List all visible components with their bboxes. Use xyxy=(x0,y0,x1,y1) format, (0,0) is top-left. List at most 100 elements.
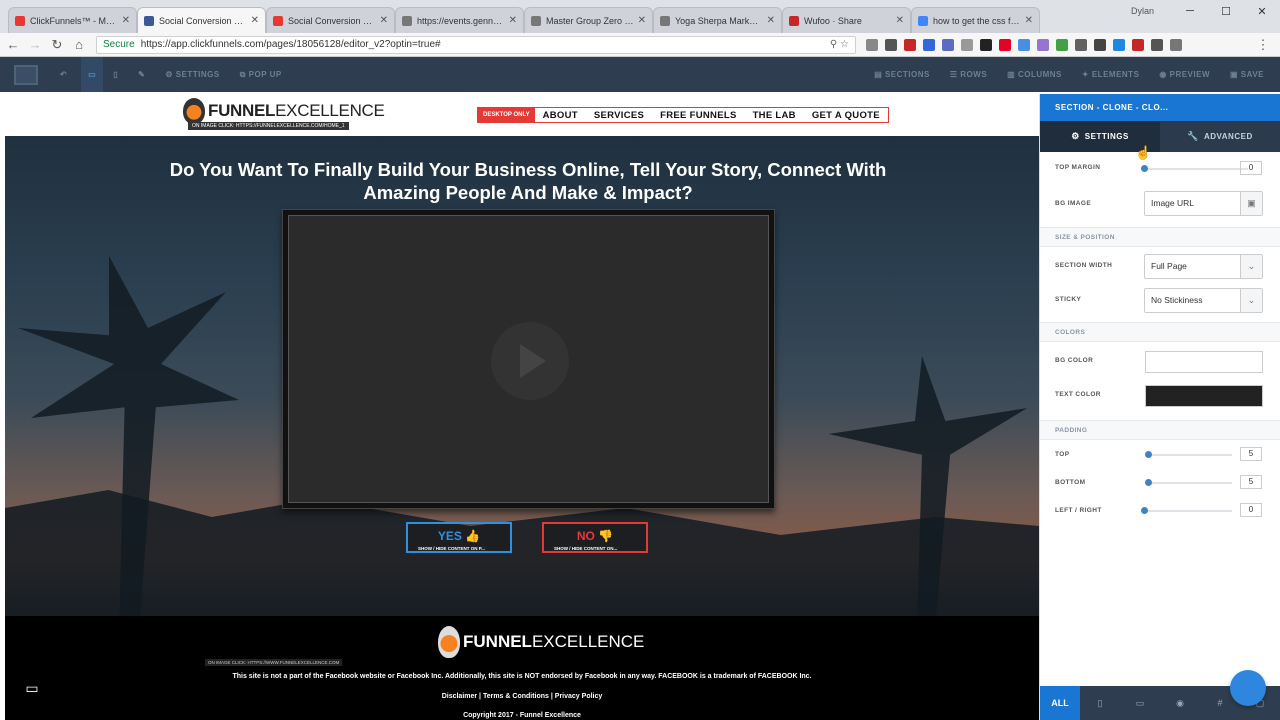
extension-icon[interactable] xyxy=(1132,38,1144,51)
back-icon[interactable]: ← xyxy=(4,37,22,52)
padding-bottom-slider[interactable] xyxy=(1145,479,1232,486)
elements-button[interactable]: ✦ ELEMENTS xyxy=(1072,57,1150,92)
extension-icon[interactable] xyxy=(1037,38,1049,51)
bookmark-star-icon[interactable]: ⚲ ☆ xyxy=(830,39,849,50)
site-nav-menu[interactable]: DESKTOP ONLY ABOUT SERVICES FREE FUNNELS… xyxy=(477,107,889,123)
site-header[interactable]: FUNNELEXCELLENCE ON IMAGE CLICK: HTTPS:/… xyxy=(5,94,1039,136)
profile-name[interactable]: Dylan xyxy=(1131,6,1154,16)
browser-tab[interactable]: Yoga Sherpa Marketing ✕ xyxy=(653,7,782,33)
close-tab-icon[interactable]: ✕ xyxy=(509,15,517,26)
chat-widget-icon[interactable]: ▭ xyxy=(18,674,46,702)
site-logo[interactable]: FUNNELEXCELLENCE xyxy=(183,98,385,124)
floating-help-button[interactable] xyxy=(1230,670,1266,706)
popup-button[interactable]: ⧉ POP UP xyxy=(230,57,292,92)
padding-lr-slider[interactable] xyxy=(1141,507,1232,514)
desktop-view-icon[interactable]: ▭ xyxy=(81,57,104,92)
footer-links[interactable]: Disclaimer | Terms & Conditions | Privac… xyxy=(5,693,1039,700)
nav-item-about[interactable]: ABOUT xyxy=(535,110,586,121)
close-tab-icon[interactable]: ✕ xyxy=(638,15,646,26)
hero-section[interactable]: Do You Want To Finally Build Your Busine… xyxy=(5,136,1039,616)
close-tab-icon[interactable]: ✕ xyxy=(380,15,388,26)
browser-tab[interactable]: Social Conversion Machi✕ xyxy=(266,7,395,33)
maximize-icon[interactable]: ☐ xyxy=(1208,5,1244,18)
close-tab-icon[interactable]: ✕ xyxy=(251,15,259,26)
preview-button[interactable]: ◉ PREVIEW xyxy=(1149,57,1220,92)
yes-button[interactable]: YES 👍 SHOW / HIDE CONTENT ON P... xyxy=(406,522,512,553)
clickfunnels-logo[interactable] xyxy=(14,64,38,85)
nav-item-services[interactable]: SERVICES xyxy=(586,110,652,121)
settings-button[interactable]: ⚙ SETTINGS xyxy=(155,57,229,92)
extension-icon[interactable] xyxy=(942,38,954,51)
visibility-eye-icon[interactable]: ◉ xyxy=(1160,686,1200,720)
extension-icon[interactable] xyxy=(999,38,1011,51)
padding-bottom-value[interactable]: 5 xyxy=(1240,475,1262,489)
close-window-icon[interactable]: ✕ xyxy=(1244,5,1280,18)
extension-icon[interactable] xyxy=(1018,38,1030,51)
desktop-filter-icon[interactable]: ▭ xyxy=(1120,686,1160,720)
padding-top-value[interactable]: 5 xyxy=(1240,447,1262,461)
paint-icon[interactable]: ✎ xyxy=(128,57,155,92)
mobile-filter-icon[interactable]: ▯ xyxy=(1080,686,1120,720)
browser-tab[interactable]: Wufoo · Share ✕ xyxy=(782,7,911,33)
extension-icon[interactable] xyxy=(1170,38,1182,51)
save-button[interactable]: ▣ SAVE xyxy=(1220,57,1274,92)
hero-headline[interactable]: Do You Want To Finally Build Your Busine… xyxy=(165,158,891,204)
extension-icon[interactable] xyxy=(885,38,897,51)
home-icon[interactable]: ⌂ xyxy=(70,37,88,52)
slider-handle[interactable] xyxy=(1145,451,1152,458)
slider-handle[interactable] xyxy=(1141,165,1148,172)
top-margin-slider[interactable] xyxy=(1141,165,1248,172)
sticky-select[interactable]: No Stickiness ⌄ xyxy=(1144,288,1263,313)
section-width-select[interactable]: Full Page ⌄ xyxy=(1144,254,1263,279)
sections-button[interactable]: ▤ SECTIONS xyxy=(864,57,940,92)
editor-canvas[interactable]: FUNNELEXCELLENCE ON IMAGE CLICK: HTTPS:/… xyxy=(5,94,1039,720)
extension-icon[interactable] xyxy=(980,38,992,51)
footer-logo[interactable]: FUNNELEXCELLENCE xyxy=(438,626,644,658)
image-picker-icon[interactable]: ▣ xyxy=(1240,192,1262,215)
extension-icon[interactable] xyxy=(923,38,935,51)
secure-lock-label[interactable]: Secure xyxy=(103,39,135,50)
top-margin-value[interactable]: 0 xyxy=(1240,161,1262,175)
nav-item-the-lab[interactable]: THE LAB xyxy=(745,110,804,121)
browser-tab[interactable]: https://events.genndi.co ✕ xyxy=(395,7,524,33)
text-color-swatch[interactable] xyxy=(1145,385,1263,407)
padding-top-slider[interactable] xyxy=(1145,451,1232,458)
bg-color-swatch[interactable] xyxy=(1145,351,1263,373)
close-tab-icon[interactable]: ✕ xyxy=(1025,15,1033,26)
video-element[interactable] xyxy=(282,209,775,509)
forward-icon[interactable]: → xyxy=(26,37,44,52)
no-button[interactable]: NO 👎 SHOW / HIDE CONTENT ON... xyxy=(542,522,648,553)
url-input[interactable]: Secure https://app.clickfunnels.com/page… xyxy=(96,35,856,54)
extension-icon[interactable] xyxy=(1094,38,1106,51)
slider-handle[interactable] xyxy=(1145,479,1152,486)
bg-image-input[interactable]: Image URL ▣ xyxy=(1144,191,1263,216)
mobile-view-icon[interactable]: ▯ xyxy=(103,57,128,92)
browser-tab-active[interactable]: Social Conversion Machi✕ xyxy=(137,7,266,33)
extension-icon[interactable] xyxy=(1151,38,1163,51)
extension-icon[interactable] xyxy=(1056,38,1068,51)
nav-item-free-funnels[interactable]: FREE FUNNELS xyxy=(652,110,744,121)
slider-handle[interactable] xyxy=(1141,507,1148,514)
close-tab-icon[interactable]: ✕ xyxy=(767,15,775,26)
tab-advanced[interactable]: 🔧 ADVANCED xyxy=(1160,121,1280,152)
browser-tab[interactable]: Master Group Zero to 6f ✕ xyxy=(524,7,653,33)
undo-icon[interactable]: ↶ xyxy=(50,57,77,92)
play-icon[interactable] xyxy=(491,322,569,400)
menu-kebab-icon[interactable]: ⋮ xyxy=(1254,37,1272,53)
close-tab-icon[interactable]: ✕ xyxy=(122,15,130,26)
site-footer[interactable]: FUNNELEXCELLENCE ON IMAGE CLICK: HTTPS:/… xyxy=(5,616,1039,720)
extension-icon[interactable] xyxy=(1075,38,1087,51)
extension-icon[interactable] xyxy=(961,38,973,51)
filter-all-button[interactable]: ALL xyxy=(1040,686,1080,720)
close-tab-icon[interactable]: ✕ xyxy=(896,15,904,26)
padding-lr-value[interactable]: 0 xyxy=(1240,503,1262,517)
columns-button[interactable]: ▥ COLUMNS xyxy=(997,57,1072,92)
rows-button[interactable]: ☰ ROWS xyxy=(940,57,997,92)
browser-tab[interactable]: how to get the css for a ✕ xyxy=(911,7,1040,33)
extension-icon[interactable] xyxy=(904,38,916,51)
minimize-icon[interactable]: ─ xyxy=(1172,5,1208,17)
extension-icon[interactable] xyxy=(1113,38,1125,51)
url-text[interactable]: https://app.clickfunnels.com/pages/18056… xyxy=(141,39,441,50)
extension-icon[interactable] xyxy=(866,38,878,51)
nav-item-get-a-quote[interactable]: GET A QUOTE xyxy=(804,110,888,121)
